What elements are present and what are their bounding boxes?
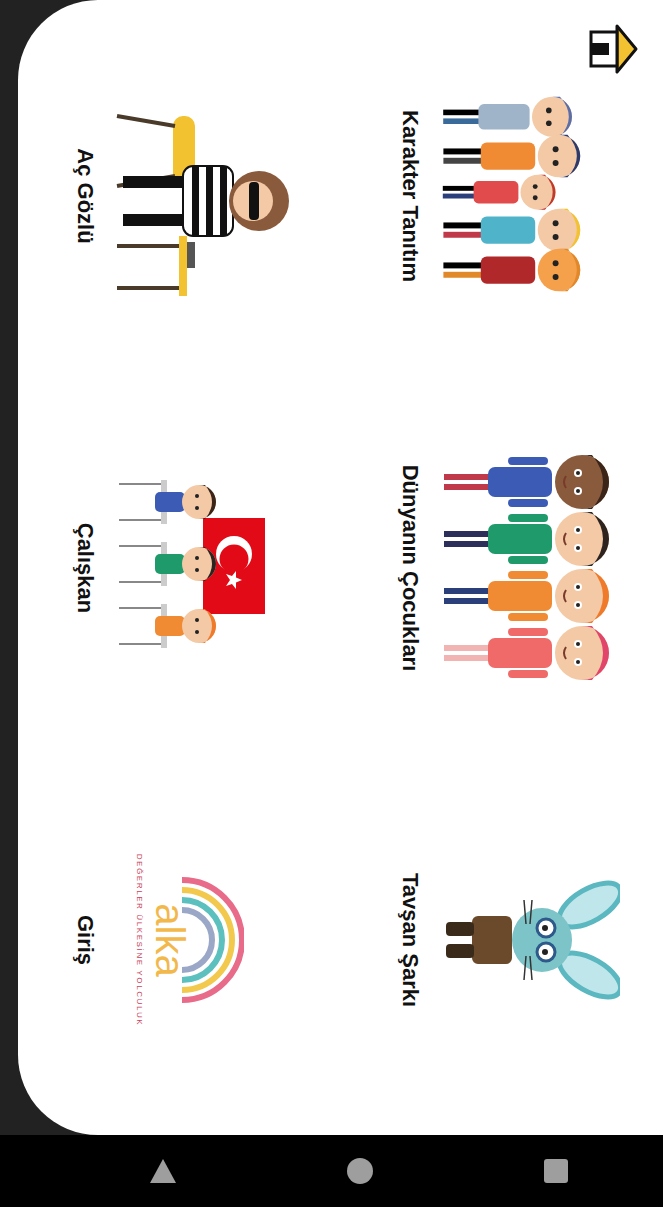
characters-icon (440, 96, 620, 296)
device-screen: Karakter Tanıtım Dünyanın Çocukları Tavşan… (0, 0, 663, 1207)
menu-card[interactable]: Çalışkan (70, 382, 295, 754)
card-illustration (440, 96, 620, 296)
classroom-icon (115, 468, 295, 668)
back-icon[interactable] (150, 1159, 176, 1183)
recents-icon[interactable] (544, 1159, 568, 1183)
card-title: Karakter Tanıtım (395, 110, 425, 282)
card-illustration (440, 860, 620, 1020)
rabbit-icon (440, 860, 620, 1020)
landscape-screen: Karakter Tanıtım Dünyanın Çocukları Tavşan… (0, 0, 663, 1207)
logo-name: alka (149, 903, 193, 976)
logo-tagline: DEĞERLER ÜLKESİNE YOLCULUK (136, 854, 145, 1027)
card-illustration (115, 468, 295, 668)
thief-icon (115, 96, 295, 296)
navigation-bar (0, 1135, 663, 1207)
card-title: Tavşan Şarkı (395, 873, 425, 1007)
card-grid: Karakter Tanıtım Dünyanın Çocukları Tavşan… (70, 10, 620, 1135)
children-icon (440, 453, 620, 683)
status-strip (0, 0, 18, 1135)
card-illustration (115, 96, 295, 296)
alka-logo: alka DEĞERLER ÜLKESİNE YOLCULUK (136, 854, 275, 1027)
menu-card[interactable]: alka DEĞERLER ÜLKESİNE YOLCULUK Giriş (70, 754, 295, 1126)
card-illustration (440, 453, 620, 683)
card-title: Çalışkan (70, 523, 100, 614)
menu-card[interactable]: Dünyanın Çocukları (395, 382, 620, 754)
home-button[interactable] (587, 22, 641, 76)
card-title: Dünyanın Çocukları (395, 465, 425, 672)
app-area: Karakter Tanıtım Dünyanın Çocukları Tavşan… (0, 0, 663, 1135)
card-title: Giriş (70, 915, 100, 965)
menu-card[interactable]: Tavşan Şarkı (395, 754, 620, 1126)
card-title: Aç Gözlü (70, 148, 100, 243)
menu-panel: Karakter Tanıtım Dünyanın Çocukları Tavşan… (18, 0, 663, 1135)
home-nav-icon[interactable] (347, 1158, 373, 1184)
menu-card[interactable]: Aç Gözlü (70, 10, 295, 382)
home-icon (587, 22, 641, 76)
card-illustration: alka DEĞERLER ÜLKESİNE YOLCULUK (115, 854, 295, 1027)
